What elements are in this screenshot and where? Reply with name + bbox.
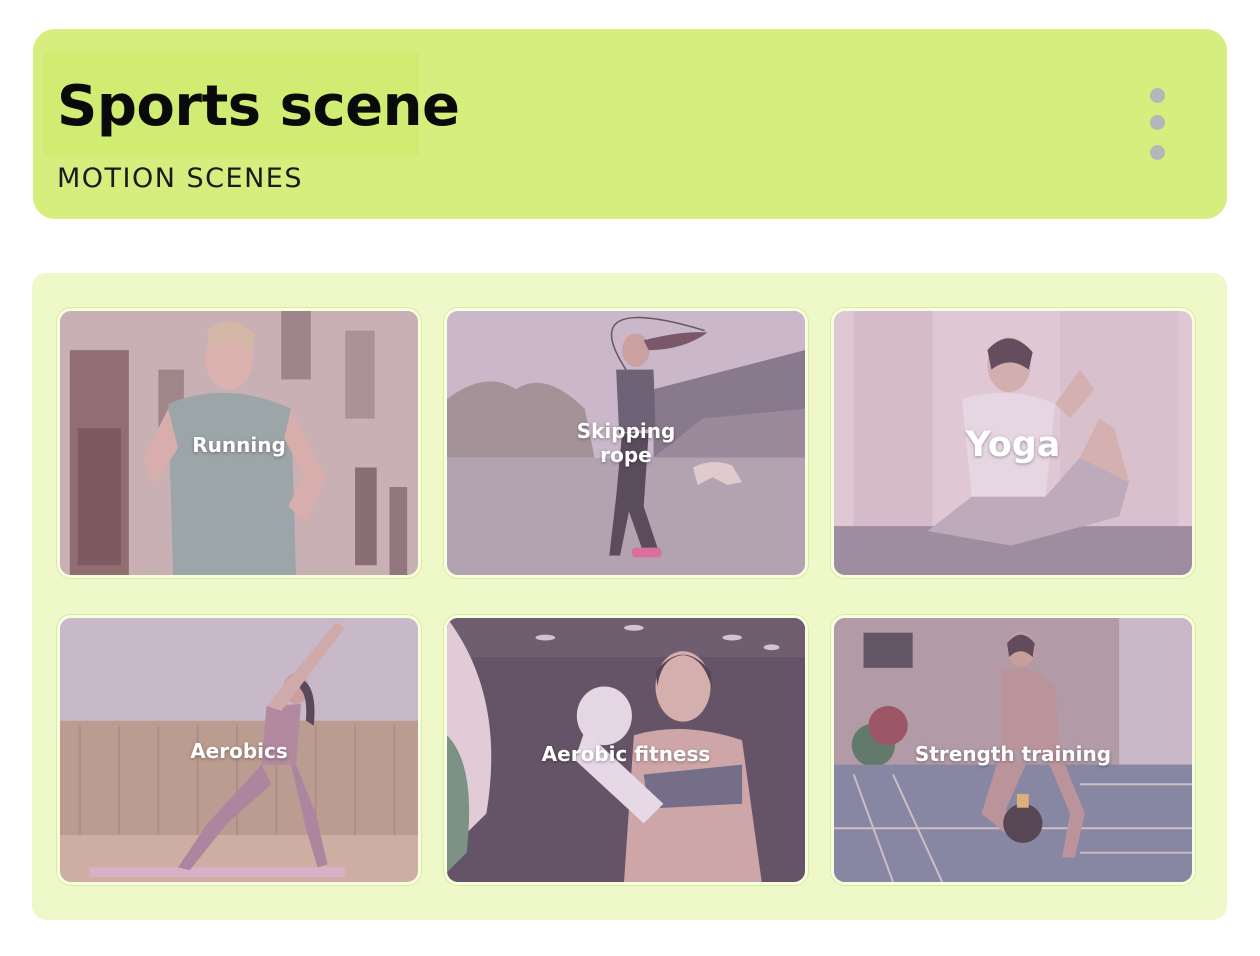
scene-label: Aerobics [190, 739, 288, 763]
scene-label: Yoga [965, 425, 1061, 465]
scene-label: Strength training [914, 742, 1112, 766]
more-menu-button[interactable] [1143, 81, 1171, 161]
scene-label: Aerobic fitness [541, 742, 711, 766]
header-banner: Sports scene MOTION SCENES [33, 29, 1227, 219]
page-subtitle: MOTION SCENES [57, 163, 303, 194]
menu-dot [1150, 145, 1165, 160]
scene-card-aerobic-fitness[interactable]: Aerobic fitness [444, 615, 808, 885]
scene-label: Skipping rope [576, 419, 676, 467]
scene-card-skipping-rope[interactable]: Skipping rope [444, 308, 808, 578]
scene-card-yoga[interactable]: Yoga [831, 308, 1195, 578]
scene-card-aerobics[interactable]: Aerobics [57, 615, 421, 885]
menu-dot [1150, 115, 1165, 130]
menu-dot [1150, 88, 1165, 103]
scenes-panel: Running Skipping rope Yoga Aerobics Aero… [32, 273, 1227, 920]
scene-card-running[interactable]: Running [57, 308, 421, 578]
page-title: Sports scene [57, 74, 460, 139]
scene-card-strength-training[interactable]: Strength training [831, 615, 1195, 885]
scene-label: Running [192, 433, 286, 457]
